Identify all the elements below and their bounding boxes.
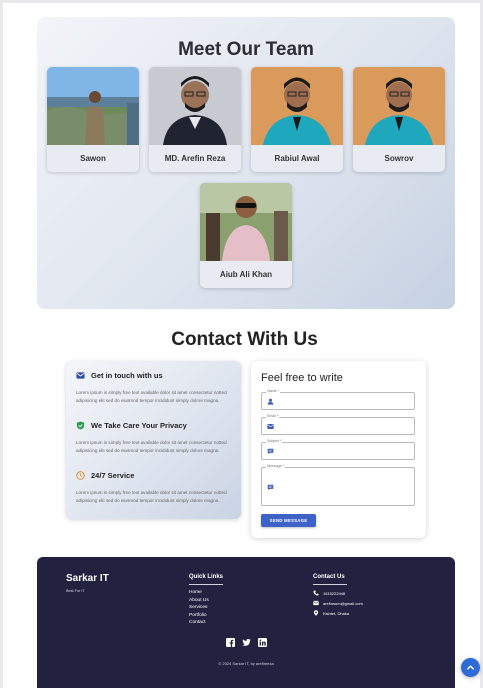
info-block-privacy: We Take Care Your Privacy Lorem ipsum is… [76, 421, 236, 455]
team-card-rabiul: Rabiul Awal [251, 67, 343, 172]
info-text: Lorem ipsum is simply free text availabl… [76, 490, 227, 503]
location-pin-icon [313, 610, 319, 616]
name-label: Name * [266, 389, 280, 394]
info-title: Get in touch with us [91, 371, 163, 380]
contact-title: Contact With Us [171, 329, 318, 350]
footer-link-portfolio[interactable]: Portfolio [189, 612, 209, 620]
form-title: Feel free to write [261, 372, 343, 384]
contact-info-card: Get in touch with us Lorem ipsum is simp… [66, 361, 241, 519]
team-card-aiub: Aiub Ali Khan [200, 183, 292, 288]
team-card-sowrov: Sowrov [353, 67, 445, 172]
subject-field[interactable]: Subject * [261, 439, 415, 460]
footer-contact: 1615222446 arefinsum@gmail.com Kishtet, … [313, 588, 363, 618]
footer-link-home[interactable]: Home [189, 589, 209, 597]
member-name: MD. Arefin Reza [164, 154, 226, 163]
team-title: Meet Our Team [178, 39, 314, 60]
info-title: 24/7 Service [91, 471, 135, 480]
footer-location: Kishtet, Dhaka [323, 610, 350, 616]
footer-phone-row: 1615222446 [313, 588, 363, 598]
footer-link-services[interactable]: Services [189, 604, 209, 612]
contact-us-underline [313, 584, 347, 585]
member-photo [47, 67, 139, 145]
subject-icon [267, 448, 274, 455]
email-field[interactable]: Email * [261, 414, 415, 435]
info-block-service: 24/7 Service Lorem ipsum is simply free … [76, 471, 236, 505]
contact-form: Feel free to write Name * Email * Subjec… [251, 361, 426, 538]
footer-tagline: Best For IT [66, 589, 85, 593]
member-photo [200, 183, 292, 261]
contact-us-title: Contact Us [313, 574, 345, 580]
team-card-arefin: MD. Arefin Reza [149, 67, 241, 172]
social-links [37, 638, 455, 647]
chevron-up-icon [467, 665, 474, 670]
quick-links-title: Quick Links [189, 574, 224, 580]
team-section: Meet Our Team Sawon MD. Arefin Reza Rabi… [37, 17, 455, 309]
member-name: Rabiul Awal [274, 154, 320, 163]
footer-link-about[interactable]: About Us [189, 597, 209, 605]
message-field[interactable]: Message * [261, 464, 415, 506]
info-block-get-in-touch: Get in touch with us Lorem ipsum is simp… [76, 371, 236, 405]
subject-label: Subject * [266, 439, 283, 444]
footer-link-contact[interactable]: Contact [189, 619, 209, 627]
quick-links: Home About Us Services Portfolio Contact [189, 589, 209, 627]
member-photo [353, 67, 445, 145]
team-card-sawon: Sawon [47, 67, 139, 172]
info-title: We Take Care Your Privacy [91, 421, 187, 430]
name-field[interactable]: Name * [261, 389, 415, 410]
page: Meet Our Team Sawon MD. Arefin Reza Rabi… [0, 0, 483, 688]
footer-phone: 1615222446 [323, 590, 346, 596]
copyright: © 2024 Sarkar IT, by arefinreza [218, 661, 274, 666]
mail-icon [313, 600, 319, 606]
info-text: Lorem ipsum is simply free text availabl… [76, 390, 227, 403]
message-label: Message * [266, 464, 285, 469]
email-label: Email * [266, 414, 280, 419]
scroll-to-top-button[interactable] [461, 658, 480, 677]
footer-location-row: Kishtet, Dhaka [313, 608, 363, 618]
footer-email: arefinsum@gmail.com [323, 600, 363, 606]
person-icon [267, 398, 274, 405]
send-message-button[interactable]: SEND MESSAGE [261, 514, 316, 527]
footer-email-row: arefinsum@gmail.com [313, 598, 363, 608]
mail-icon [76, 371, 85, 380]
twitter-icon[interactable] [241, 638, 251, 647]
member-name: Aiub Ali Khan [219, 270, 273, 279]
member-name: Sowrov [384, 154, 414, 163]
clock-icon [76, 471, 85, 480]
message-icon [267, 484, 274, 491]
member-photo [251, 67, 343, 145]
phone-icon [313, 590, 319, 596]
facebook-icon[interactable] [225, 638, 235, 647]
quick-links-underline [189, 584, 223, 585]
member-name: Sawon [80, 154, 106, 163]
footer-brand: Sarkar IT [66, 573, 109, 584]
footer: Sarkar IT Best For IT Quick Links Home A… [37, 557, 455, 688]
mail-icon [267, 423, 274, 430]
shield-check-icon [76, 421, 85, 430]
linkedin-icon[interactable] [257, 638, 267, 647]
info-text: Lorem ipsum is simply free text availabl… [76, 440, 227, 453]
member-photo [149, 67, 241, 145]
